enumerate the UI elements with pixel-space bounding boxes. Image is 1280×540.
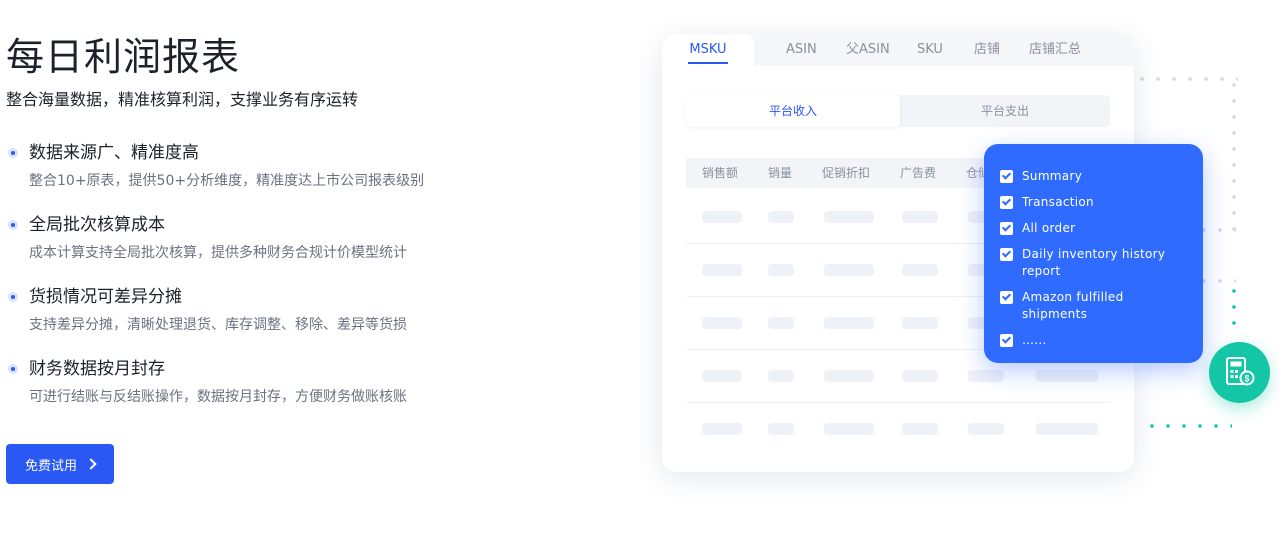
decorative-dots bbox=[1232, 77, 1236, 237]
cell-placeholder bbox=[968, 423, 1004, 435]
checkbox-checked-icon[interactable] bbox=[1000, 248, 1013, 261]
cell-placeholder bbox=[768, 317, 794, 329]
dot-icon bbox=[8, 364, 18, 374]
report-option[interactable]: Daily inventory history report bbox=[1000, 246, 1189, 280]
cell-placeholder bbox=[824, 317, 874, 329]
feature-title: 数据来源广、精准度高 bbox=[29, 143, 199, 163]
cell-placeholder bbox=[824, 264, 874, 276]
page-title: 每日利润报表 bbox=[6, 35, 241, 79]
tab-sku[interactable]: SKU bbox=[917, 34, 943, 66]
decorative-dots bbox=[1144, 424, 1232, 428]
report-option-label: Amazon fulfilled shipments bbox=[1022, 290, 1124, 321]
cell-placeholder bbox=[1036, 423, 1098, 435]
column-header: 促销折扣 bbox=[822, 166, 871, 180]
dot-icon bbox=[8, 220, 18, 230]
free-trial-button[interactable]: 免费试用 bbox=[6, 444, 114, 484]
decorative-dots bbox=[1232, 283, 1236, 333]
report-option[interactable]: Amazon fulfilled shipments bbox=[1000, 289, 1189, 323]
cell-placeholder bbox=[768, 370, 794, 382]
cell-placeholder bbox=[768, 211, 794, 223]
report-option-label: All order bbox=[1022, 221, 1076, 235]
cell-placeholder bbox=[968, 370, 1004, 382]
column-header: 广告费 bbox=[900, 166, 937, 180]
cell-placeholder bbox=[824, 423, 874, 435]
checkbox-checked-icon[interactable] bbox=[1000, 222, 1013, 235]
cell-placeholder bbox=[702, 317, 742, 329]
cell-placeholder bbox=[702, 264, 742, 276]
cell-placeholder bbox=[768, 423, 794, 435]
report-option-label: Summary bbox=[1022, 169, 1083, 183]
feature-description: 整合10+原表，提供50+分析维度，精准度达上市公司报表级别 bbox=[29, 173, 425, 189]
cell-placeholder bbox=[702, 370, 742, 382]
cell-placeholder bbox=[702, 423, 742, 435]
report-option[interactable]: …… bbox=[1000, 332, 1189, 349]
cell-placeholder bbox=[902, 264, 938, 276]
report-option-label: …… bbox=[1022, 333, 1047, 347]
decorative-dots bbox=[1134, 77, 1238, 81]
feature-title: 财务数据按月封存 bbox=[29, 359, 165, 379]
feature-item: 全局批次核算成本 成本计算支持全局批次核算，提供多种财务合规计价模型统计 bbox=[6, 212, 606, 284]
feature-title: 货损情况可差异分摊 bbox=[29, 287, 182, 307]
checkbox-checked-icon[interactable] bbox=[1000, 334, 1013, 347]
cell-placeholder bbox=[768, 264, 794, 276]
report-tabs: MSKU ASIN 父ASIN SKU 店铺 店铺汇总 bbox=[662, 34, 1134, 66]
feature-item: 数据来源广、精准度高 整合10+原表，提供50+分析维度，精准度达上市公司报表级… bbox=[6, 140, 606, 212]
report-option[interactable]: All order bbox=[1000, 220, 1189, 237]
feature-description: 可进行结账与反结账操作，数据按月封存，方便财务做账核账 bbox=[29, 389, 407, 405]
tab-msku[interactable]: MSKU bbox=[662, 34, 754, 66]
feature-description: 成本计算支持全局批次核算，提供多种财务合规计价模型统计 bbox=[29, 245, 407, 261]
cell-placeholder bbox=[902, 370, 938, 382]
report-option-label: Daily inventory history report bbox=[1022, 247, 1166, 278]
feature-description: 支持差异分摊，清晰处理退货、库存调整、移除、差异等货损 bbox=[29, 317, 407, 333]
segment-platform-expense[interactable]: 平台支出 bbox=[900, 95, 1110, 127]
column-header: 销量 bbox=[768, 166, 793, 180]
tab-store-summary[interactable]: 店铺汇总 bbox=[1029, 34, 1081, 66]
page-subtitle: 整合海量数据，精准核算利润，支撑业务有序运转 bbox=[6, 90, 359, 109]
dot-icon bbox=[8, 292, 18, 302]
segment-platform-income[interactable]: 平台收入 bbox=[686, 95, 900, 127]
dot-icon bbox=[8, 148, 18, 158]
tab-store[interactable]: 店铺 bbox=[974, 34, 1000, 66]
cell-placeholder bbox=[702, 211, 742, 223]
checkbox-checked-icon[interactable] bbox=[1000, 291, 1013, 304]
calculator-badge: $ bbox=[1209, 342, 1270, 403]
cell-placeholder bbox=[824, 211, 874, 223]
chevron-right-icon bbox=[85, 458, 97, 470]
report-source-list: Summary Transaction All order Daily inve… bbox=[984, 144, 1203, 363]
feature-item: 财务数据按月封存 可进行结账与反结账操作，数据按月封存，方便财务做账核账 bbox=[6, 356, 606, 428]
table-row bbox=[686, 403, 1110, 456]
feature-item: 货损情况可差异分摊 支持差异分摊，清晰处理退货、库存调整、移除、差异等货损 bbox=[6, 284, 606, 356]
report-option-label: Transaction bbox=[1022, 195, 1094, 209]
calculator-dollar-icon: $ bbox=[1226, 357, 1255, 386]
feature-title: 全局批次核算成本 bbox=[29, 215, 165, 235]
feature-list: 数据来源广、精准度高 整合10+原表，提供50+分析维度，精准度达上市公司报表级… bbox=[6, 140, 606, 428]
cell-placeholder bbox=[902, 211, 938, 223]
cell-placeholder bbox=[902, 423, 938, 435]
cell-placeholder bbox=[824, 370, 874, 382]
tab-asin[interactable]: ASIN bbox=[786, 34, 817, 66]
checkbox-checked-icon[interactable] bbox=[1000, 196, 1013, 209]
income-expense-switch: 平台收入 平台支出 bbox=[686, 95, 1110, 127]
free-trial-label: 免费试用 bbox=[24, 458, 77, 474]
svg-text:$: $ bbox=[1244, 374, 1249, 384]
cell-placeholder bbox=[1036, 370, 1098, 382]
checkbox-checked-icon[interactable] bbox=[1000, 170, 1013, 183]
report-option[interactable]: Transaction bbox=[1000, 194, 1189, 211]
report-option[interactable]: Summary bbox=[1000, 168, 1189, 185]
tab-parent-asin[interactable]: 父ASIN bbox=[846, 34, 890, 66]
column-header: 销售额 bbox=[702, 166, 739, 180]
cell-placeholder bbox=[902, 317, 938, 329]
